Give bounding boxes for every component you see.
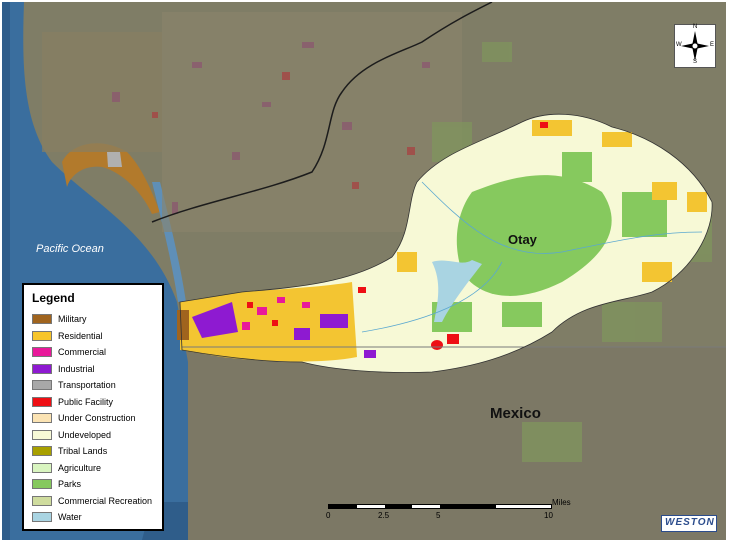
legend-title: Legend <box>32 291 75 305</box>
map-legend: Legend Military Residential Commercial I… <box>22 283 164 531</box>
scale-tick-label: 2.5 <box>378 511 390 520</box>
ocean-label: Pacific Ocean <box>36 243 104 255</box>
legend-item: Residential <box>32 328 152 345</box>
legend-label: Military <box>58 314 87 325</box>
scale-bar-graphic <box>328 504 552 509</box>
legend-swatch <box>32 446 52 457</box>
legend-list: Military Residential Commercial Industri… <box>32 311 152 526</box>
legend-label: Public Facility <box>58 396 114 407</box>
south-label: S <box>693 59 698 65</box>
map-frame: Pacific Ocean Otay Mexico N S E W Legend… <box>0 0 730 544</box>
scale-bar: Miles 0 2.5 5 10 <box>322 498 574 524</box>
legend-label: Under Construction <box>58 413 136 424</box>
legend-swatch <box>32 462 52 473</box>
north-label: N <box>693 24 698 30</box>
legend-swatch <box>32 347 52 358</box>
scale-unit-label: Miles <box>552 498 571 507</box>
legend-swatch <box>32 314 52 325</box>
legend-swatch <box>32 429 52 440</box>
legend-item: Parks <box>32 476 152 493</box>
legend-swatch <box>32 479 52 490</box>
legend-label: Commercial <box>58 347 107 358</box>
legend-swatch <box>32 495 52 506</box>
scale-tick-label: 10 <box>544 511 553 520</box>
legend-label: Agriculture <box>58 462 102 473</box>
legend-item: Under Construction <box>32 410 152 427</box>
legend-swatch <box>32 330 52 341</box>
logo-text: WESTON <box>665 517 715 528</box>
legend-item: Industrial <box>32 361 152 378</box>
legend-item: Public Facility <box>32 394 152 411</box>
legend-item: Tribal Lands <box>32 443 152 460</box>
scale-tick-label: 5 <box>436 511 441 520</box>
legend-label: Industrial <box>58 363 95 374</box>
country-label: Mexico <box>490 405 541 422</box>
legend-item: Military <box>32 311 152 328</box>
weston-logo: WESTON <box>661 515 717 532</box>
scale-tick-label: 0 <box>326 511 331 520</box>
legend-label: Parks <box>58 479 82 490</box>
legend-item: Transportation <box>32 377 152 394</box>
legend-swatch <box>32 363 52 374</box>
legend-swatch <box>32 413 52 424</box>
west-label: W <box>676 42 682 48</box>
legend-label: Transportation <box>58 380 116 391</box>
watershed-label: Otay <box>508 232 537 247</box>
legend-swatch <box>32 512 52 523</box>
legend-item: Commercial Recreation <box>32 493 152 510</box>
legend-label: Commercial Recreation <box>58 495 153 506</box>
legend-item: Water <box>32 509 152 526</box>
east-label: E <box>710 42 715 48</box>
legend-item: Agriculture <box>32 460 152 477</box>
legend-label: Tribal Lands <box>58 446 108 457</box>
legend-swatch <box>32 380 52 391</box>
legend-item: Undeveloped <box>32 427 152 444</box>
north-arrow: N S E W <box>674 24 716 68</box>
legend-swatch <box>32 396 52 407</box>
legend-label: Water <box>58 512 82 523</box>
legend-label: Undeveloped <box>58 429 112 440</box>
legend-item: Commercial <box>32 344 152 361</box>
legend-label: Residential <box>58 330 103 341</box>
